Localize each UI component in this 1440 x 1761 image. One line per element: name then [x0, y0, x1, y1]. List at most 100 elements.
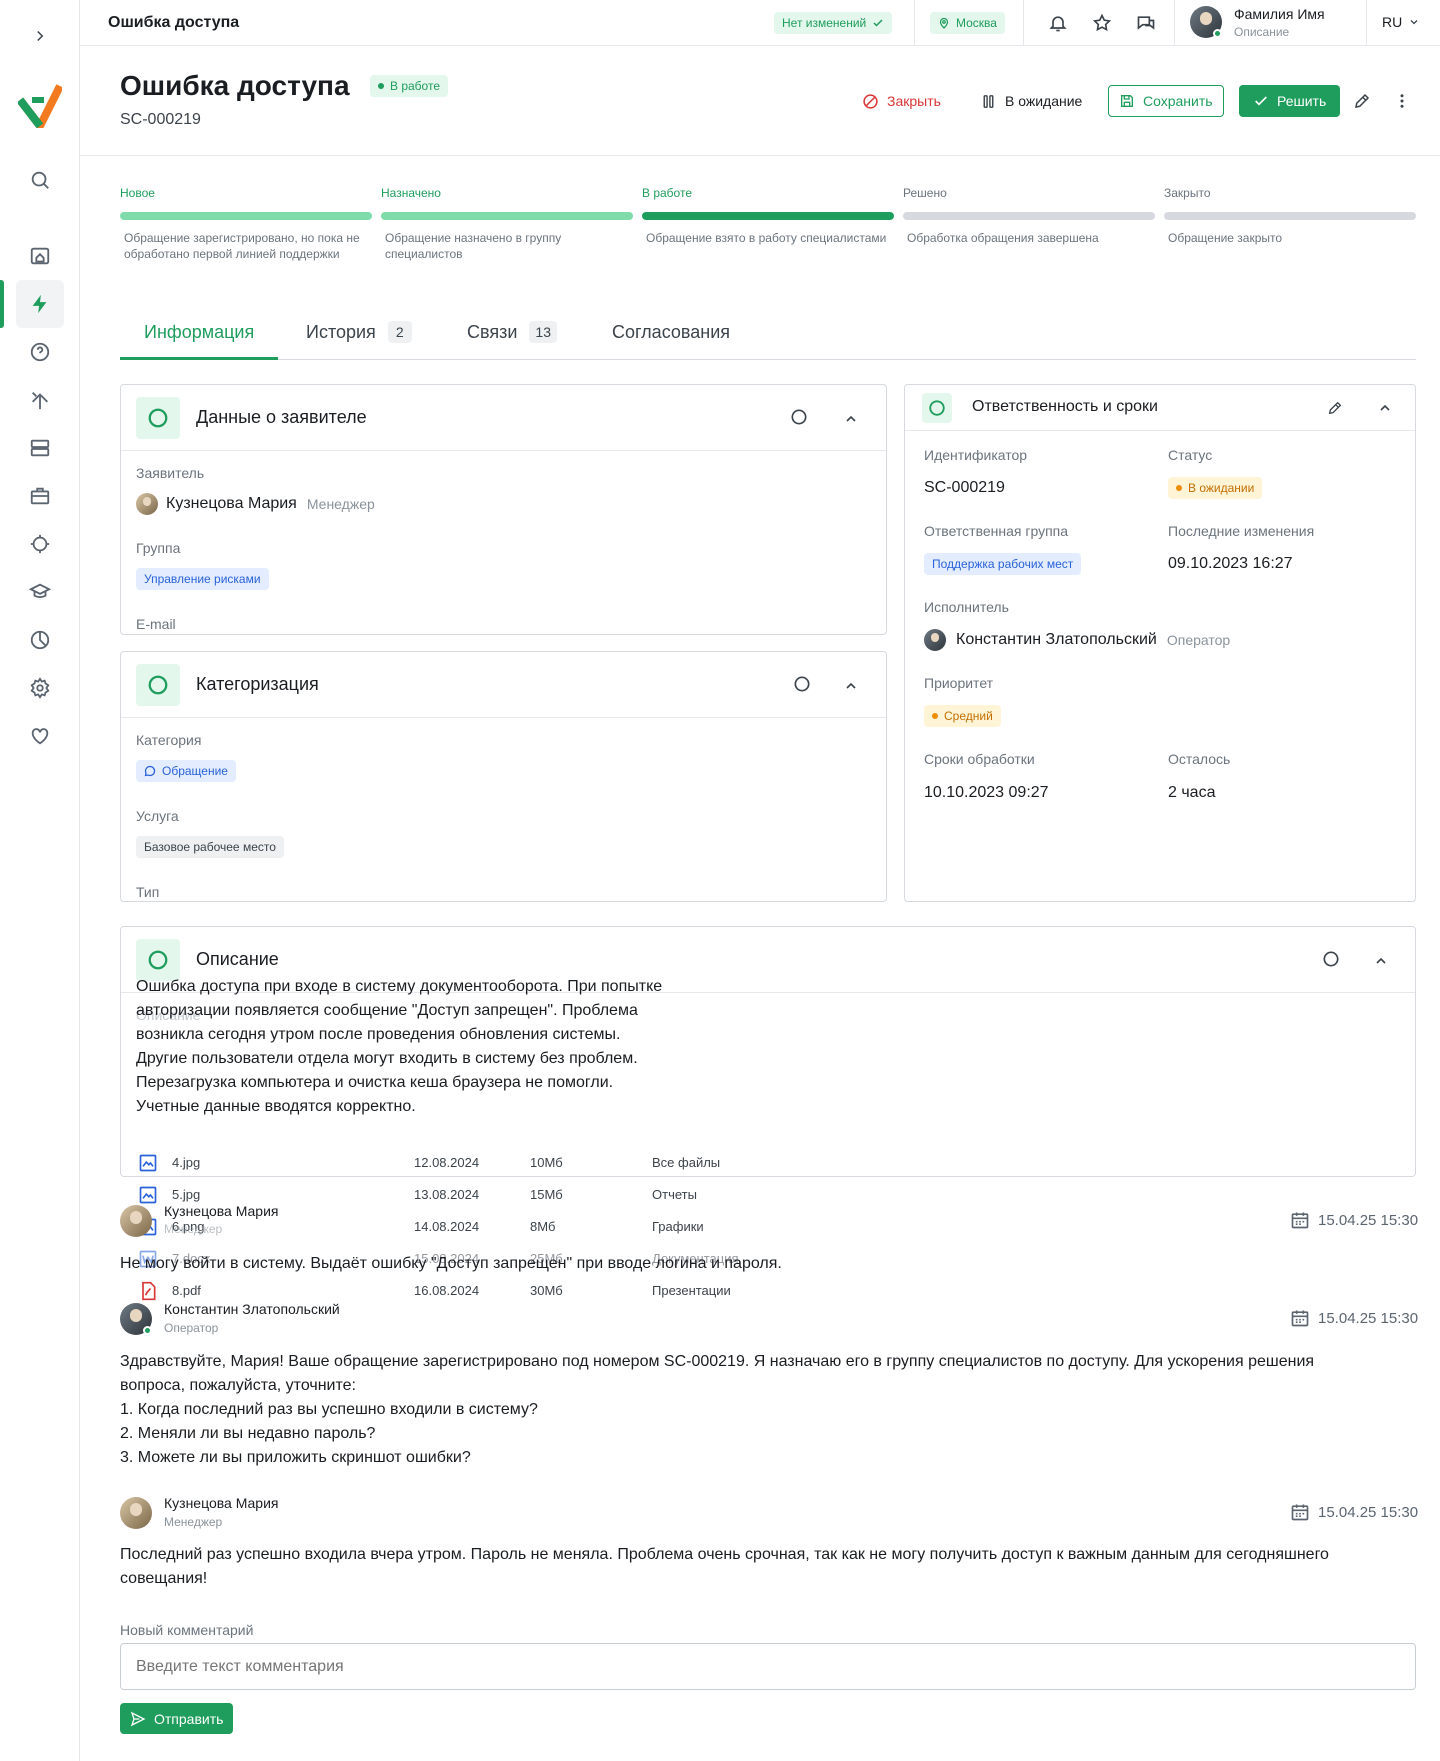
sidebar-item-requests[interactable] [16, 328, 64, 376]
file-name: 4.jpg [172, 1155, 201, 1170]
priority-label: Средний [944, 709, 993, 723]
stage-bar [1164, 212, 1416, 220]
stage-bar [903, 212, 1155, 220]
language-selector[interactable]: RU [1382, 14, 1420, 30]
user-menu[interactable]: Фамилия Имя Описание [1190, 6, 1350, 40]
image-file-icon [139, 1186, 157, 1204]
comment-line: 1. Когда последний раз вы успешно входил… [120, 1401, 538, 1418]
sidebar-item-settings[interactable] [16, 664, 64, 712]
collapse-button[interactable] [1367, 947, 1395, 975]
sidebar-item-integrations[interactable] [16, 520, 64, 568]
stage-desc: Обращение взято в работу специалистами [646, 231, 887, 245]
sidebar-item-servers[interactable] [16, 424, 64, 472]
status-badge: В работе [370, 75, 449, 97]
description-line: Учетные данные вводятся корректно. [136, 1098, 416, 1115]
executor-value[interactable]: Константин Златопольский Оператор [924, 629, 1230, 651]
send-button[interactable]: Отправить [120, 1703, 234, 1734]
pdf-file-icon [142, 1281, 156, 1301]
file-folder: Презентации [652, 1283, 731, 1298]
chevron-up-icon [1376, 957, 1386, 964]
comment-line: Последний раз успешно входила вчера утро… [120, 1546, 1329, 1563]
circle-icon [1323, 951, 1339, 967]
gear-icon [30, 677, 50, 699]
pencil-icon [1328, 401, 1342, 415]
home-icon [30, 247, 50, 265]
section-status-toggle[interactable] [785, 403, 813, 431]
sidebar-item-assets[interactable] [16, 472, 64, 520]
location-selector[interactable]: Москва [930, 12, 1005, 34]
comment-line: 2. Меняли ли вы недавно пароль? [120, 1425, 376, 1442]
user-name: Фамилия Имя [1234, 6, 1325, 22]
description-text: Ошибка доступа при входе в систему докум… [136, 975, 662, 1119]
more-actions-button[interactable] [1388, 87, 1416, 115]
sidebar-search[interactable] [16, 156, 64, 204]
stage-label: Решено [903, 186, 947, 200]
description-line: Ошибка доступа при входе в систему докум… [136, 978, 663, 995]
field-label: Заявитель [136, 465, 205, 481]
service-tag: Базовое рабочее место [136, 836, 284, 858]
comment-author: Кузнецова Мария [164, 1495, 279, 1511]
file-size: 10Мб [530, 1155, 563, 1170]
comment-line: вопроса, пожалуйста, уточните: [120, 1377, 356, 1394]
user-desc: Описание [1234, 25, 1290, 39]
section-icon [136, 397, 180, 439]
comment-author: Константин Златопольский [164, 1301, 340, 1317]
send-label: Отправить [154, 1710, 224, 1727]
collapse-button[interactable] [837, 405, 865, 433]
sidebar-item-favorites[interactable] [16, 712, 64, 760]
tab-info[interactable]: Информация [120, 316, 279, 360]
stage-in-progress: В работе Обращение взято в работу специа… [642, 186, 894, 246]
section-status-toggle[interactable] [1317, 945, 1345, 973]
tab-links[interactable]: Связи 13 [467, 316, 557, 360]
favorites-button[interactable] [1088, 9, 1116, 37]
sidebar-item-knowledge[interactable] [16, 568, 64, 616]
notifications-button[interactable] [1044, 9, 1072, 37]
save-label: Сохранить [1143, 93, 1213, 109]
new-comment-label: Новый комментарий [120, 1622, 254, 1638]
chat-button[interactable] [1132, 9, 1160, 37]
collapse-button[interactable] [1371, 394, 1399, 422]
chat-icon [1137, 16, 1155, 30]
sidebar-item-incidents[interactable] [0, 280, 64, 328]
section-status-toggle[interactable] [788, 670, 816, 698]
new-comment-input[interactable] [120, 1643, 1416, 1690]
sidebar-item-home[interactable] [16, 232, 64, 280]
field-label: Группа [136, 540, 181, 556]
status-tag[interactable]: В ожидании [1168, 477, 1263, 499]
edit-ticket-button[interactable] [1348, 87, 1376, 115]
close-ticket-button[interactable]: Закрыть [852, 85, 951, 117]
chevron-up-icon [846, 682, 856, 689]
expand-sidebar-button[interactable] [16, 12, 64, 60]
sidebar-item-reports[interactable] [16, 616, 64, 664]
wait-button[interactable]: В ожидание [970, 85, 1092, 117]
tab-label: История [306, 322, 376, 342]
image-file-icon [139, 1154, 157, 1172]
sidebar [0, 0, 80, 1761]
priority-tag[interactable]: Средний [924, 705, 1001, 727]
stage-label: Новое [120, 186, 155, 200]
stage-desc: Обращение зарегистрировано, но пока не о… [124, 231, 360, 261]
file-row[interactable]: 8.pdf 16.08.2024 30Мб Презентации [136, 1279, 836, 1303]
comment-role: Менеджер [164, 1515, 223, 1529]
card-title: Ответственность и сроки [972, 398, 1158, 415]
tab-label: Информация [144, 322, 255, 342]
tab-history[interactable]: История 2 [306, 316, 412, 360]
file-date: 14.08.2024 [414, 1219, 480, 1234]
file-date: 13.08.2024 [414, 1187, 480, 1202]
tab-count: 13 [529, 321, 557, 343]
avatar [120, 1205, 152, 1237]
edit-responsibility-button[interactable] [1321, 394, 1349, 422]
save-button[interactable]: Сохранить [1108, 85, 1224, 117]
file-size: 30Мб [530, 1283, 563, 1298]
tab-approvals[interactable]: Согласования [612, 316, 730, 360]
language-label: RU [1382, 14, 1403, 30]
resolve-button[interactable]: Решить [1239, 85, 1341, 117]
applicant-value[interactable]: Кузнецова Мария Менеджер [136, 493, 375, 515]
sidebar-item-changes[interactable] [16, 376, 64, 424]
file-row[interactable]: 4.jpg 12.08.2024 10Мб Все файлы [136, 1151, 836, 1175]
section-icon [136, 664, 180, 706]
collapse-button[interactable] [837, 672, 865, 700]
wait-label: В ожидание [1005, 93, 1083, 109]
applicant-name: Кузнецова Мария [166, 495, 297, 512]
group-tag[interactable]: Поддержка рабочих мест [924, 553, 1082, 575]
